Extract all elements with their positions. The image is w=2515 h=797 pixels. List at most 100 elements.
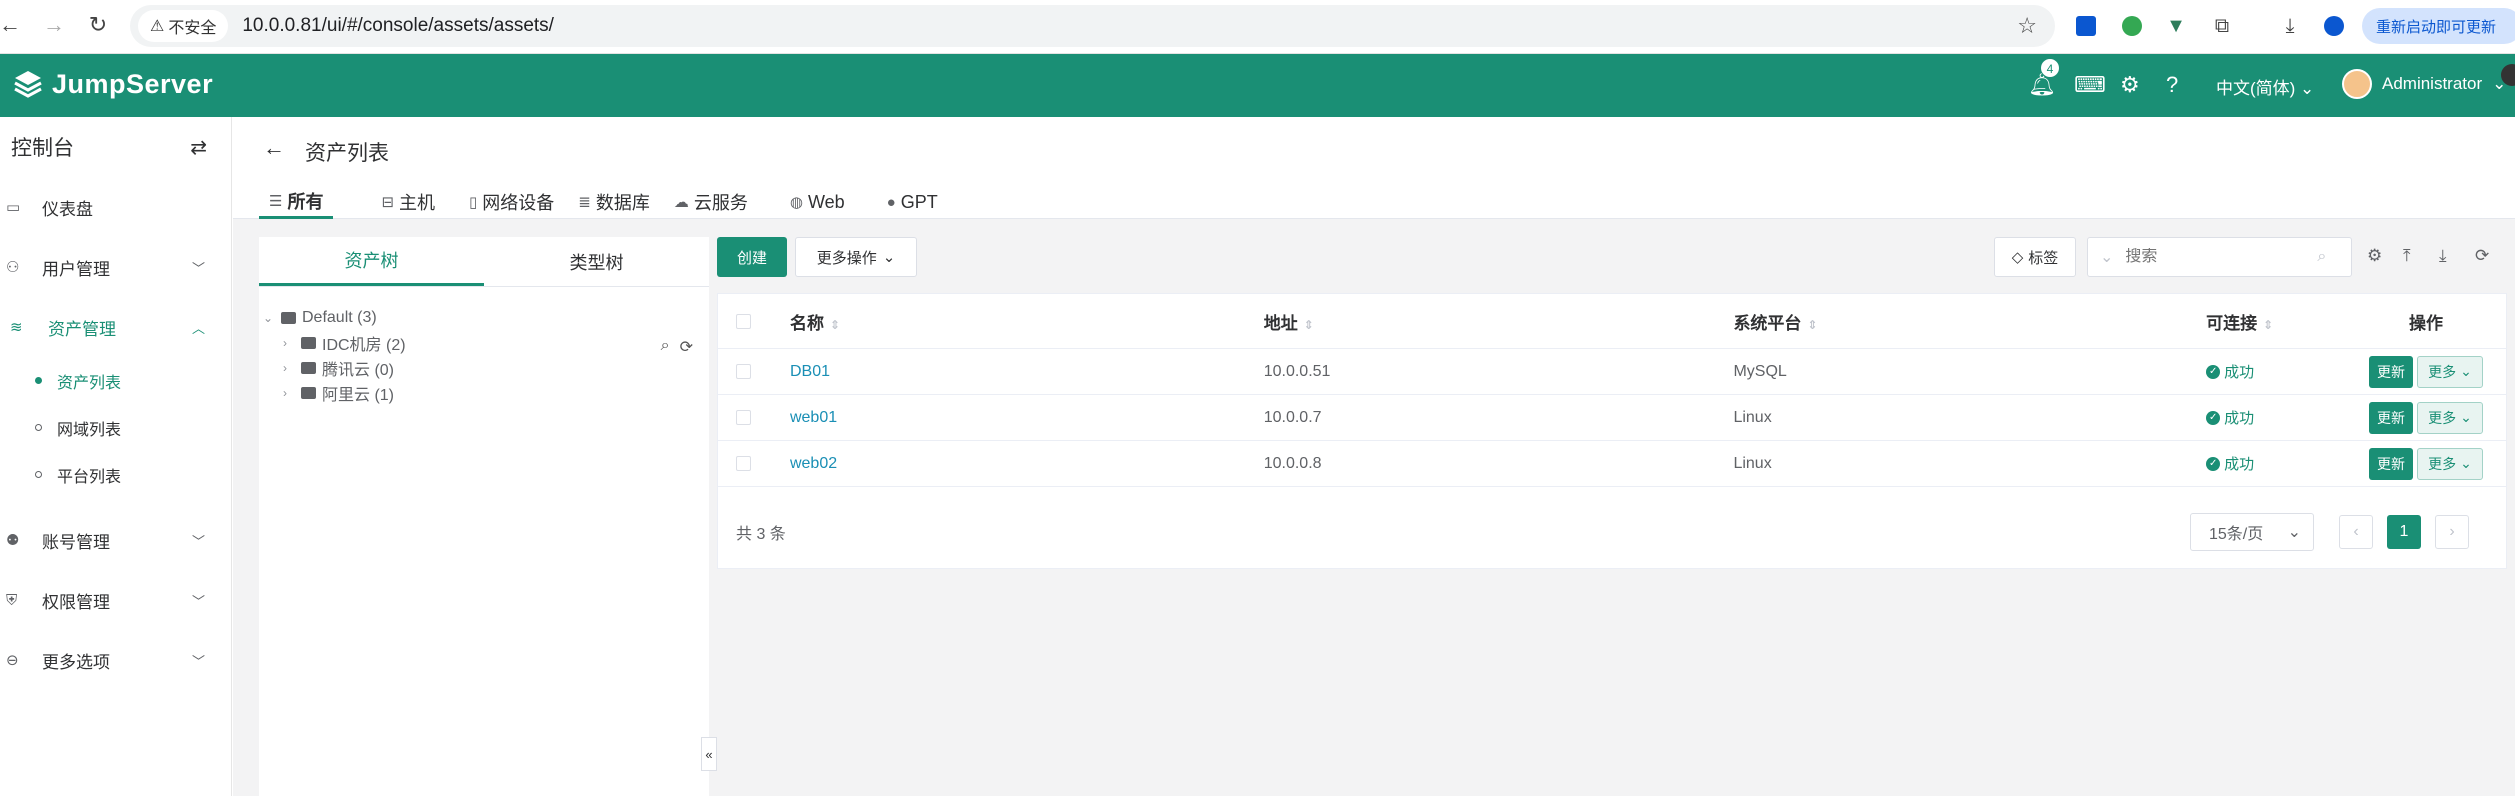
globe-icon: ◍ [789, 194, 803, 211]
update-button[interactable]: 更新 [2369, 401, 2414, 434]
jumpserver-logo-icon [14, 71, 42, 98]
search-icon[interactable]: ⌕ [661, 337, 670, 357]
next-page-button[interactable]: › [2435, 515, 2469, 549]
sidebar-subitem-zone-list[interactable]: 网域列表 [0, 404, 231, 451]
bookmark-star-icon[interactable]: ☆ [2017, 13, 2037, 39]
chevron-down-icon: ⌄ [2460, 455, 2472, 471]
sidebar-item-accounts[interactable]: ⚉ 账号管理 ﹀ [0, 510, 231, 570]
sidebar-item-more[interactable]: ⊖ 更多选项 ﹀ [0, 630, 231, 690]
asset-platform: Linux [1733, 408, 1772, 426]
create-button[interactable]: 创建 [717, 237, 787, 277]
sidebar-title: 控制台 [11, 137, 74, 160]
asset-name-link[interactable]: web01 [790, 409, 837, 426]
search-input[interactable] [2125, 248, 2306, 266]
language-selector[interactable]: 中文(简体) ⌄ [2216, 74, 2314, 99]
asset-platform: Linux [1733, 454, 1772, 472]
table-header: 名称 ⇕ 地址 ⇕ 系统平台 ⇕ 可连接 ⇕ 操作 [718, 294, 2506, 349]
chevron-down-icon: ⌄ [2460, 363, 2472, 379]
tree-node-idc[interactable]: › IDC机房 (2) [259, 330, 709, 355]
address-bar[interactable]: ⚠ 不安全 10.0.0.81/ui/#/console/assets/asse… [130, 5, 2055, 47]
downloads-icon[interactable]: ⤓ [2276, 12, 2304, 40]
column-name[interactable]: 名称 ⇕ [790, 309, 1264, 334]
sidebar-item-users[interactable]: ⚇ 用户管理 ﹀ [0, 237, 231, 297]
back-arrow-icon[interactable]: ← [263, 135, 285, 161]
row-more-button[interactable]: 更多 ⌄ [2417, 401, 2484, 434]
tab-cloud[interactable]: ☁ 云服务 [664, 185, 758, 219]
update-button[interactable]: 更新 [2369, 447, 2414, 480]
sidebar-subitem-platform-list[interactable]: 平台列表 [0, 451, 231, 498]
row-checkbox[interactable] [736, 364, 751, 379]
page-size-select[interactable]: 15条/页 ⌄ [2190, 513, 2314, 551]
sidebar-item-permissions[interactable]: ⛨ 权限管理 ﹀ [0, 570, 231, 630]
column-platform[interactable]: 系统平台 ⇕ [1733, 309, 2206, 334]
page-number-current[interactable]: 1 [2387, 515, 2421, 549]
update-button[interactable]: 更新 [2369, 355, 2414, 388]
reload-icon[interactable]: ↻ [82, 12, 114, 38]
profile-icon[interactable] [2320, 12, 2348, 40]
chevron-down-icon[interactable]: ⌄ [2100, 247, 2113, 267]
prev-page-button[interactable]: ‹ [2339, 515, 2373, 549]
sidebar-item-dashboard[interactable]: ▭ 仪表盘 [0, 177, 231, 237]
switch-view-icon[interactable]: ⇄ [190, 135, 207, 160]
url-text[interactable]: 10.0.0.81/ui/#/console/assets/assets/ [242, 15, 554, 37]
row-checkbox[interactable] [736, 456, 751, 471]
sidebar: 控制台 ⇄ ▭ 仪表盘 ⚇ 用户管理 ﹀ ≋ 资产管理 ︿ 资产列表 网域列表 … [0, 117, 232, 796]
help-icon[interactable]: ? [2166, 72, 2178, 98]
sidebar-item-label: 更多选项 [42, 652, 110, 672]
chevron-up-icon: ︿ [191, 320, 205, 336]
bullet-icon [35, 424, 42, 431]
tree-node-tencent[interactable]: › 腾讯云 (0) [259, 355, 709, 380]
row-checkbox[interactable] [736, 410, 751, 425]
collapse-tree-button[interactable]: « [701, 737, 717, 771]
search-icon: ⌕ [2317, 248, 2327, 265]
sidebar-subitem-asset-list[interactable]: 资产列表 [0, 357, 231, 404]
import-icon[interactable]: ⤓ [2439, 246, 2447, 266]
forward-icon[interactable]: → [38, 12, 70, 38]
chevron-right-icon[interactable]: › [283, 336, 295, 350]
app-logo[interactable]: JumpServer [12, 68, 213, 100]
back-icon[interactable]: ← [0, 12, 26, 38]
column-address[interactable]: 地址 ⇕ [1264, 309, 1734, 334]
more-actions-button[interactable]: 更多操作 ⌄ [795, 237, 917, 277]
tag-button[interactable]: ◇ 标签 [1994, 237, 2076, 277]
total-count: 共 3 条 [736, 526, 786, 543]
download-extension-icon[interactable] [2072, 12, 2100, 40]
asset-name-link[interactable]: web02 [790, 455, 837, 472]
column-connectivity[interactable]: 可连接 ⇕ [2206, 309, 2346, 334]
asset-tree-panel: 资产树 类型树 ⌄ Default (3) › IDC机房 (2) › 腾讯云 … [259, 237, 709, 797]
chevron-down-icon[interactable]: ⌄ [263, 311, 275, 325]
select-all-checkbox[interactable] [736, 313, 751, 329]
table-row: DB01 10.0.0.51 MySQL ✓ 成功 更新 更多 ⌄ [718, 349, 2506, 395]
chevron-right-icon[interactable]: › [283, 386, 295, 400]
refresh-icon[interactable]: ⟳ [2475, 246, 2489, 266]
tab-gpt[interactable]: ● GPT [877, 185, 948, 219]
vue-extension-icon[interactable]: ▼ [2162, 12, 2190, 40]
export-icon[interactable]: ⤒ [2403, 246, 2411, 266]
row-more-button[interactable]: 更多 ⌄ [2417, 355, 2484, 388]
tab-network-device[interactable]: ▯ 网络设备 [459, 185, 564, 219]
tab-asset-tree[interactable]: 资产树 [259, 237, 484, 286]
accounts-icon: ⚉ [6, 532, 20, 549]
terminal-icon[interactable]: ⌨ [2074, 72, 2106, 98]
extensions-puzzle-icon[interactable]: ⧉ [2208, 12, 2236, 40]
settings-gear-icon[interactable]: ⚙ [2367, 246, 2382, 266]
tab-database[interactable]: ≣ 数据库 [568, 185, 660, 219]
refresh-icon[interactable]: ⟳ [680, 337, 693, 357]
tab-type-tree[interactable]: 类型树 [484, 237, 709, 286]
asset-name-link[interactable]: DB01 [790, 363, 830, 380]
tree-node-root[interactable]: ⌄ Default (3) [259, 305, 709, 330]
browser-update-button[interactable]: 重新启动即可更新 [2362, 8, 2515, 44]
tab-all[interactable]: ☰ 所有 [259, 185, 334, 219]
row-more-button[interactable]: 更多 ⌄ [2417, 447, 2484, 480]
tab-web[interactable]: ◍ Web [780, 185, 855, 219]
security-chip[interactable]: ⚠ 不安全 [138, 10, 229, 42]
more-options-icon: ⊖ [6, 652, 19, 669]
settings-gear-icon[interactable]: ⚙ [2120, 72, 2140, 98]
search-box[interactable]: ⌄ ⌕ [2087, 237, 2352, 277]
user-menu[interactable]: Administrator ⌄ [2342, 69, 2506, 99]
tab-host[interactable]: ⊟ 主机 [371, 185, 445, 219]
extension-green-icon[interactable] [2118, 12, 2146, 40]
tree-node-aliyun[interactable]: › 阿里云 (1) [259, 380, 709, 405]
chevron-right-icon[interactable]: › [283, 361, 295, 375]
sidebar-item-assets[interactable]: ≋ 资产管理 ︿ [0, 297, 231, 357]
